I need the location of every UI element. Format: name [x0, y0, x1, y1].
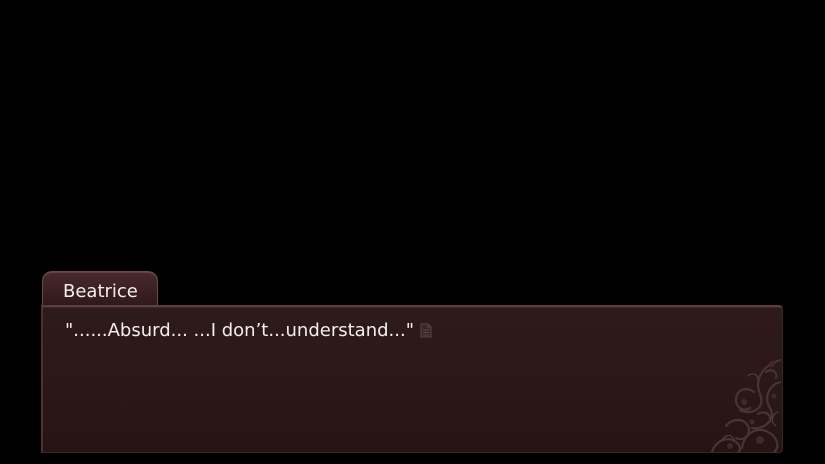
dialogue-box[interactable]: "......Absurd... ...I don’t...understand…	[41, 305, 783, 453]
speaker-nameplate: Beatrice	[42, 271, 158, 309]
game-screen[interactable]: Beatrice "......Absurd... ...I don’t...u…	[0, 0, 825, 464]
scene-background	[0, 0, 825, 300]
speaker-name: Beatrice	[63, 281, 138, 302]
dialogue-text: "......Absurd... ...I don’t...understand…	[65, 320, 414, 341]
page-icon	[420, 323, 432, 338]
floral-ornament-icon	[710, 358, 782, 452]
dialogue-text-line: "......Absurd... ...I don’t...understand…	[65, 319, 432, 343]
